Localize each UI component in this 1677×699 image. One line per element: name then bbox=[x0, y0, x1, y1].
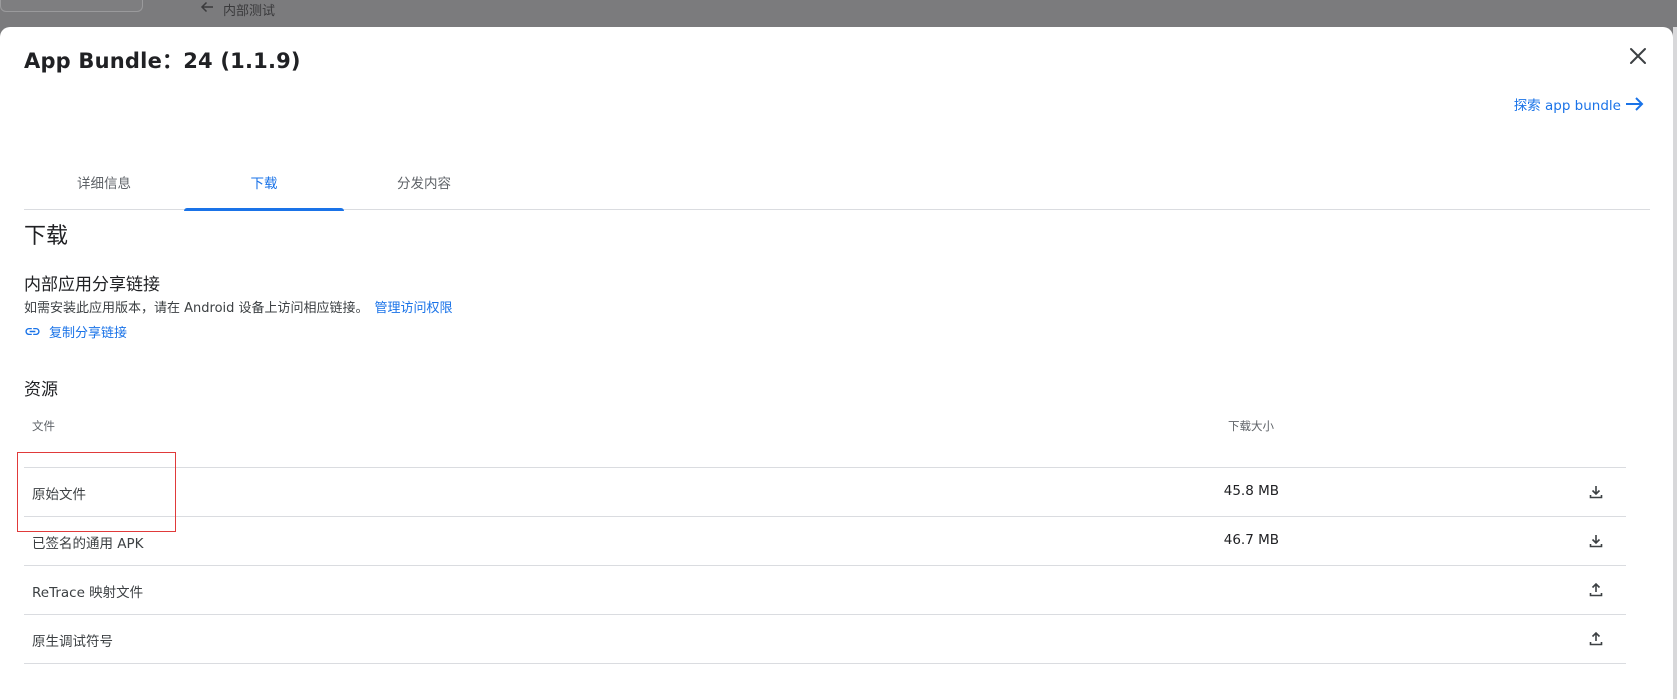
resources-table: 文件 下载大小 原始文件 45.8 MB 已签名的通用 APK 46.7 MB … bbox=[24, 412, 1626, 664]
share-description-text: 如需安装此应用版本，请在 Android 设备上访问相应链接。 bbox=[24, 301, 369, 316]
resources-heading: 资源 bbox=[24, 380, 58, 400]
background-breadcrumb-label: 内部测试 bbox=[223, 3, 276, 19]
table-header: 文件 下载大小 bbox=[24, 412, 1626, 468]
download-icon bbox=[1589, 486, 1603, 499]
tab-download[interactable]: 下载 bbox=[184, 154, 344, 211]
background-breadcrumb: 内部测试 bbox=[199, 0, 276, 19]
file-size: 46.7 MB bbox=[1223, 532, 1279, 548]
table-row: ReTrace 映射文件 bbox=[24, 566, 1626, 615]
close-button[interactable] bbox=[1624, 42, 1652, 70]
column-header-size: 下载大小 bbox=[1228, 419, 1274, 433]
explore-link-label: 探索 app bundle bbox=[1513, 98, 1621, 114]
share-heading: 内部应用分享链接 bbox=[24, 275, 160, 295]
table-row: 原始文件 45.8 MB bbox=[24, 468, 1626, 517]
share-description: 如需安装此应用版本，请在 Android 设备上访问相应链接。 管理访问权限 bbox=[24, 297, 453, 316]
download-icon bbox=[1589, 535, 1603, 548]
arrow-right-icon bbox=[1626, 97, 1644, 111]
dialog-title: App Bundle：24 (1.1.9) bbox=[24, 49, 301, 73]
explore-app-bundle-link[interactable]: 探索 app bundle bbox=[1514, 94, 1645, 114]
tab-details[interactable]: 详细信息 bbox=[24, 154, 184, 210]
tab-distribution-label: 分发内容 bbox=[397, 176, 451, 192]
background-search-field bbox=[0, 0, 143, 12]
manage-access-link[interactable]: 管理访问权限 bbox=[375, 301, 453, 316]
file-name: 原始文件 bbox=[32, 487, 86, 503]
file-name: 原生调试符号 bbox=[32, 634, 113, 650]
download-button[interactable] bbox=[1585, 481, 1607, 503]
column-header-file: 文件 bbox=[32, 419, 55, 433]
link-icon bbox=[25, 327, 40, 336]
upload-button[interactable] bbox=[1585, 579, 1607, 601]
upload-icon bbox=[1589, 631, 1603, 646]
copy-share-link-label: 复制分享链接 bbox=[49, 326, 128, 341]
close-icon bbox=[1630, 48, 1646, 64]
file-name: ReTrace 映射文件 bbox=[32, 585, 144, 601]
table-row: 原生调试符号 bbox=[24, 615, 1626, 664]
table-row: 已签名的通用 APK 46.7 MB bbox=[24, 517, 1626, 566]
file-size: 45.8 MB bbox=[1223, 483, 1279, 499]
upload-icon bbox=[1589, 582, 1603, 597]
upload-button[interactable] bbox=[1585, 628, 1607, 650]
app-bundle-dialog: App Bundle：24 (1.1.9) 探索 app bundle 详细信息… bbox=[0, 27, 1673, 699]
tab-bar: 详细信息 下载 分发内容 bbox=[24, 154, 1650, 211]
download-button[interactable] bbox=[1585, 530, 1607, 552]
back-arrow-icon bbox=[199, 0, 215, 19]
tab-download-label: 下载 bbox=[250, 176, 278, 192]
copy-share-link-button[interactable]: 复制分享链接 bbox=[24, 322, 127, 341]
background-edge bbox=[1673, 27, 1677, 699]
tab-distribution[interactable]: 分发内容 bbox=[344, 154, 504, 210]
tab-details-label: 详细信息 bbox=[77, 176, 131, 192]
download-heading: 下载 bbox=[24, 224, 69, 249]
file-name: 已签名的通用 APK bbox=[32, 536, 144, 552]
